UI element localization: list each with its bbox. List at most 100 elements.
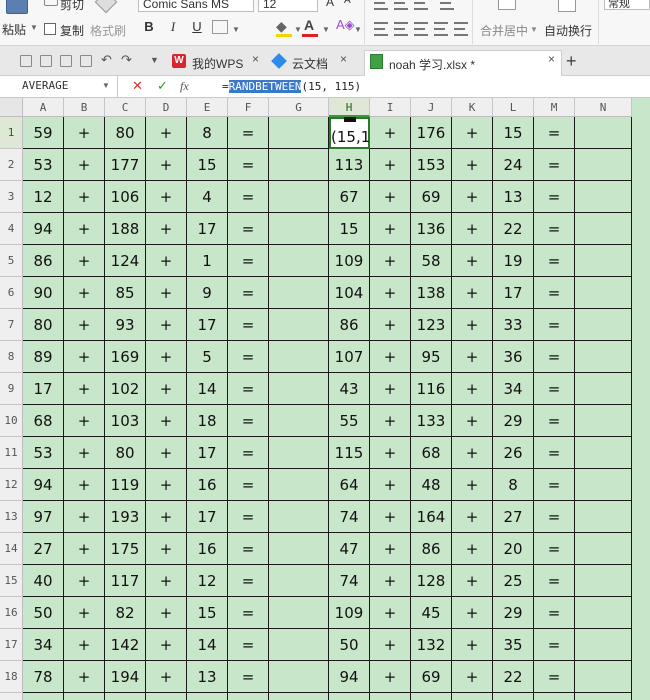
empty-cell[interactable]	[575, 213, 632, 245]
plus-operator-cell[interactable]: +	[146, 213, 187, 245]
plus-operator-cell[interactable]: +	[146, 309, 187, 341]
row-header[interactable]: 6	[0, 277, 23, 309]
number-cell[interactable]: 86	[411, 533, 452, 565]
empty-cell[interactable]	[269, 245, 329, 277]
plus-operator-cell[interactable]: +	[146, 405, 187, 437]
cancel-icon[interactable]: ✕	[132, 78, 143, 94]
plus-operator-cell[interactable]: +	[146, 533, 187, 565]
row-header[interactable]: 14	[0, 533, 23, 565]
font-size-select[interactable]: 12	[258, 0, 318, 12]
plus-operator-cell[interactable]: +	[452, 405, 493, 437]
plus-operator-cell[interactable]: +	[146, 629, 187, 661]
equals-operator-cell[interactable]: =	[228, 693, 269, 700]
number-cell[interactable]: 94	[23, 213, 64, 245]
plus-operator-cell[interactable]: +	[146, 245, 187, 277]
number-cell[interactable]: 113	[329, 149, 370, 181]
number-cell[interactable]: 25	[493, 565, 534, 597]
equals-operator-cell[interactable]: =	[228, 565, 269, 597]
equals-operator-cell[interactable]: =	[228, 405, 269, 437]
plus-operator-cell[interactable]: +	[146, 181, 187, 213]
number-cell[interactable]: 142	[105, 629, 146, 661]
plus-operator-cell[interactable]: +	[64, 565, 105, 597]
equals-operator-cell[interactable]: =	[228, 501, 269, 533]
number-cell[interactable]: 35	[493, 629, 534, 661]
equals-operator-cell[interactable]: =	[534, 277, 575, 309]
equals-operator-cell[interactable]: =	[228, 437, 269, 469]
column-header-b[interactable]: B	[64, 98, 105, 117]
column-header-c[interactable]: C	[105, 98, 146, 117]
equals-operator-cell[interactable]: =	[534, 437, 575, 469]
number-cell[interactable]: 64	[329, 469, 370, 501]
number-cell[interactable]: 29	[493, 405, 534, 437]
number-cell[interactable]: 16	[187, 533, 228, 565]
merge-dropdown-icon[interactable]: ▼	[530, 25, 538, 34]
plus-operator-cell[interactable]: +	[370, 149, 411, 181]
number-cell[interactable]: 27	[23, 533, 64, 565]
equals-operator-cell[interactable]: =	[228, 373, 269, 405]
plus-operator-cell[interactable]: +	[146, 565, 187, 597]
column-header-j[interactable]: J	[411, 98, 452, 117]
number-cell[interactable]: 136	[411, 213, 452, 245]
equals-operator-cell[interactable]: =	[534, 149, 575, 181]
number-cell[interactable]: 95	[411, 341, 452, 373]
plus-operator-cell[interactable]: +	[64, 629, 105, 661]
redo-icon[interactable]: ↷	[121, 52, 132, 68]
empty-cell[interactable]	[269, 341, 329, 373]
undo-icon[interactable]: ↶	[101, 52, 112, 68]
number-cell[interactable]: 164	[411, 501, 452, 533]
number-cell[interactable]: 90	[23, 277, 64, 309]
fill-color-dropdown-icon[interactable]: ▼	[294, 25, 302, 34]
plus-operator-cell[interactable]: +	[452, 213, 493, 245]
number-cell[interactable]: 78	[23, 661, 64, 693]
plus-operator-cell[interactable]: +	[146, 501, 187, 533]
row-header[interactable]: 19	[0, 693, 23, 700]
number-cell[interactable]: 22	[493, 213, 534, 245]
number-cell[interactable]: 16	[187, 469, 228, 501]
equals-operator-cell[interactable]: =	[534, 213, 575, 245]
number-cell[interactable]: 17	[187, 213, 228, 245]
name-box-dropdown-icon[interactable]: ▼	[102, 81, 110, 90]
number-cell[interactable]: 119	[105, 469, 146, 501]
column-header-k[interactable]: K	[452, 98, 493, 117]
number-cell[interactable]: 67	[329, 181, 370, 213]
number-cell[interactable]: 117	[105, 565, 146, 597]
number-cell[interactable]: 169	[105, 341, 146, 373]
number-cell[interactable]: 176	[411, 117, 452, 149]
row-header[interactable]: 7	[0, 309, 23, 341]
empty-cell[interactable]	[575, 277, 632, 309]
active-cell-editing[interactable]: (15,1	[329, 117, 370, 149]
empty-cell[interactable]	[575, 309, 632, 341]
plus-operator-cell[interactable]: +	[370, 565, 411, 597]
number-cell[interactable]: 109	[329, 245, 370, 277]
plus-operator-cell[interactable]: +	[146, 117, 187, 149]
plus-operator-cell[interactable]: +	[370, 277, 411, 309]
number-cell[interactable]: 132	[411, 629, 452, 661]
plus-operator-cell[interactable]: +	[370, 373, 411, 405]
format-painter-button[interactable]: 格式刷	[90, 22, 126, 39]
fill-color-icon[interactable]: ◆	[276, 18, 287, 35]
plus-operator-cell[interactable]: +	[370, 309, 411, 341]
number-cell[interactable]: 9	[187, 277, 228, 309]
number-cell[interactable]: 17	[23, 373, 64, 405]
equals-operator-cell[interactable]: =	[228, 149, 269, 181]
row-header[interactable]: 16	[0, 597, 23, 629]
number-cell[interactable]: 55	[329, 405, 370, 437]
font-color-icon[interactable]: A	[304, 17, 314, 33]
number-format-select[interactable]: 常规	[604, 0, 650, 10]
row-header[interactable]: 10	[0, 405, 23, 437]
plus-operator-cell[interactable]: +	[64, 341, 105, 373]
plus-operator-cell[interactable]: +	[64, 469, 105, 501]
print-preview-icon[interactable]	[80, 55, 92, 67]
confirm-icon[interactable]: ✓	[157, 78, 168, 94]
plus-operator-cell[interactable]: +	[146, 693, 187, 700]
empty-cell[interactable]	[269, 181, 329, 213]
number-cell[interactable]: 74	[329, 565, 370, 597]
empty-cell[interactable]	[575, 341, 632, 373]
equals-operator-cell[interactable]: =	[534, 565, 575, 597]
equals-operator-cell[interactable]: =	[228, 181, 269, 213]
plus-operator-cell[interactable]: +	[452, 245, 493, 277]
number-cell[interactable]: 20	[493, 533, 534, 565]
cut-icon[interactable]	[44, 0, 58, 6]
equals-operator-cell[interactable]: =	[534, 405, 575, 437]
insert-function-button[interactable]: fx	[180, 79, 189, 94]
